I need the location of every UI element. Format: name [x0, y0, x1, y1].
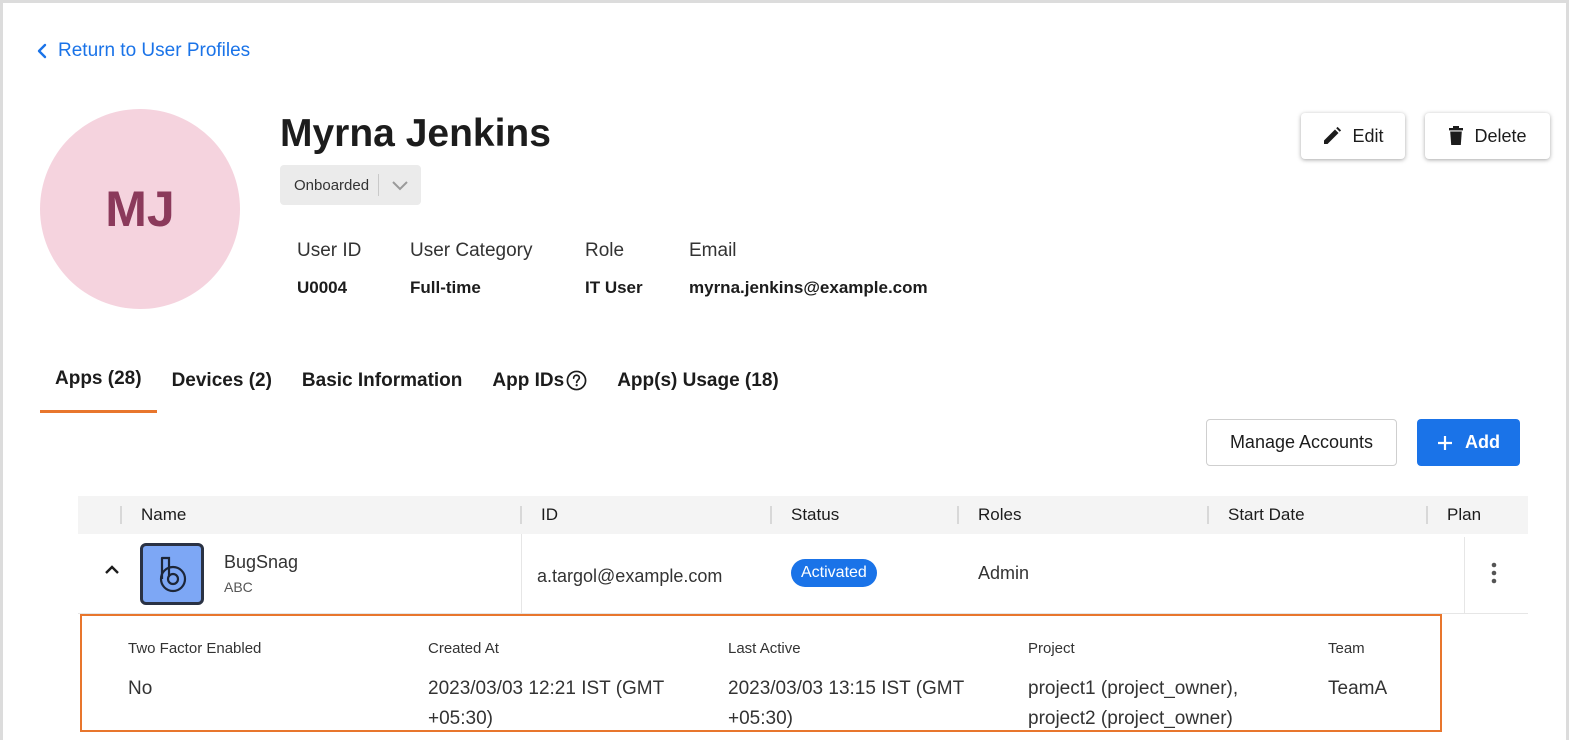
tab-label: App(s) Usage (18) — [617, 369, 779, 391]
manage-accounts-button[interactable]: Manage Accounts — [1206, 419, 1397, 466]
detail-value: No — [128, 678, 153, 699]
tab-bar: Apps (28) Devices (2) Basic Information … — [40, 360, 794, 413]
add-button[interactable]: Add — [1417, 419, 1520, 466]
bugsnag-logo-icon — [140, 543, 204, 605]
apps-table-header: Name ID Status Roles Start Date Plan — [78, 496, 1528, 534]
detail-last-active: Last Active 2023/03/03 13:15 IST (GMT +0… — [728, 640, 968, 734]
pencil-icon — [1324, 126, 1342, 144]
roles-value: Admin — [978, 563, 1030, 583]
tab-label: App IDs — [492, 369, 565, 391]
column-separator[interactable] — [520, 506, 522, 524]
tab-label: Devices (2) — [171, 369, 272, 391]
column-separator[interactable] — [1426, 506, 1428, 524]
detail-label: Project — [1028, 640, 1075, 657]
user-name: Myrna Jenkins — [280, 112, 551, 155]
field-label: Role — [585, 240, 625, 261]
trash-icon — [1449, 126, 1464, 145]
detail-value: TeamA — [1328, 678, 1388, 699]
delete-button-label: Delete — [1474, 125, 1527, 146]
column-separator[interactable] — [957, 506, 959, 524]
row-divider — [1464, 537, 1465, 614]
detail-value: 2023/03/03 13:15 IST (GMT +05:30) — [728, 678, 964, 729]
more-vertical-icon[interactable] — [1491, 562, 1497, 584]
column-header-start-date[interactable]: Start Date — [1228, 496, 1305, 534]
app-subtitle: ABC — [224, 579, 253, 595]
return-to-user-profiles-link[interactable]: Return to User Profiles — [36, 40, 250, 62]
detail-project: Project project1 (project_owner), projec… — [1028, 640, 1273, 734]
tab-apps[interactable]: Apps (28) — [40, 360, 157, 413]
tab-apps-usage[interactable]: App(s) Usage (18) — [602, 360, 794, 413]
back-link-label: Return to User Profiles — [58, 40, 251, 61]
tab-label: Apps (28) — [55, 368, 142, 389]
column-separator[interactable] — [1207, 506, 1209, 524]
chevron-left-icon — [37, 43, 47, 59]
account-id: a.targol@example.com — [537, 566, 723, 586]
field-label: Email — [689, 240, 737, 261]
detail-team: Team TeamA — [1328, 640, 1428, 704]
field-label: User ID — [297, 240, 362, 261]
tab-devices[interactable]: Devices (2) — [157, 360, 287, 413]
field-role: Role IT User — [585, 240, 643, 298]
tab-app-ids[interactable]: App IDs — [477, 360, 602, 413]
status-select[interactable]: Onboarded — [280, 165, 421, 205]
help-circle-icon[interactable] — [566, 370, 587, 391]
field-value: myrna.jenkins@example.com — [689, 278, 928, 297]
detail-label: Last Active — [728, 640, 801, 657]
field-value: Full-time — [410, 278, 481, 297]
detail-created-at: Created At 2023/03/03 12:21 IST (GMT +05… — [428, 640, 668, 734]
avatar-initials: MJ — [105, 181, 175, 237]
detail-label: Team — [1328, 640, 1365, 657]
column-header-id[interactable]: ID — [541, 496, 558, 534]
status-select-value: Onboarded — [294, 176, 370, 194]
tab-basic-information[interactable]: Basic Information — [287, 360, 477, 413]
detail-label: Created At — [428, 640, 499, 657]
detail-value: project1 (project_owner), project2 (proj… — [1028, 678, 1239, 729]
field-user-id: User ID U0004 — [297, 240, 361, 298]
chevron-down-icon — [379, 179, 421, 191]
tab-label: Basic Information — [301, 369, 463, 391]
column-header-roles[interactable]: Roles — [978, 496, 1021, 534]
plus-icon — [1438, 435, 1452, 450]
app-name: BugSnag — [224, 552, 299, 572]
column-header-name[interactable]: Name — [141, 496, 186, 534]
column-header-status[interactable]: Status — [791, 496, 839, 534]
column-separator[interactable] — [120, 506, 122, 524]
avatar: MJ — [40, 109, 240, 309]
manage-accounts-label: Manage Accounts — [1229, 432, 1374, 452]
field-value: U0004 — [297, 278, 348, 297]
row-details-panel: Two Factor Enabled No Created At 2023/03… — [80, 614, 1442, 732]
column-header-plan[interactable]: Plan — [1447, 496, 1481, 534]
field-email: Email myrna.jenkins@example.com — [689, 240, 928, 298]
column-separator[interactable] — [770, 506, 772, 524]
status-badge: Activated — [791, 559, 877, 587]
field-label: User Category — [410, 240, 533, 261]
delete-button[interactable]: Delete — [1425, 113, 1550, 159]
row-divider — [521, 534, 522, 614]
detail-value: 2023/03/03 12:21 IST (GMT +05:30) — [428, 678, 664, 729]
chevron-up-icon[interactable] — [104, 564, 120, 575]
field-user-category: User Category Full-time — [410, 240, 533, 298]
edit-button[interactable]: Edit — [1301, 113, 1405, 159]
table-row[interactable]: BugSnag ABC a.targol@example.com Activat… — [78, 534, 1528, 614]
detail-two-factor: Two Factor Enabled No — [128, 640, 408, 704]
detail-label: Two Factor Enabled — [128, 640, 262, 657]
add-button-label: Add — [1465, 432, 1500, 452]
field-value: IT User — [585, 278, 643, 297]
edit-button-label: Edit — [1352, 125, 1384, 146]
status-badge-cell: Activated — [791, 559, 877, 587]
